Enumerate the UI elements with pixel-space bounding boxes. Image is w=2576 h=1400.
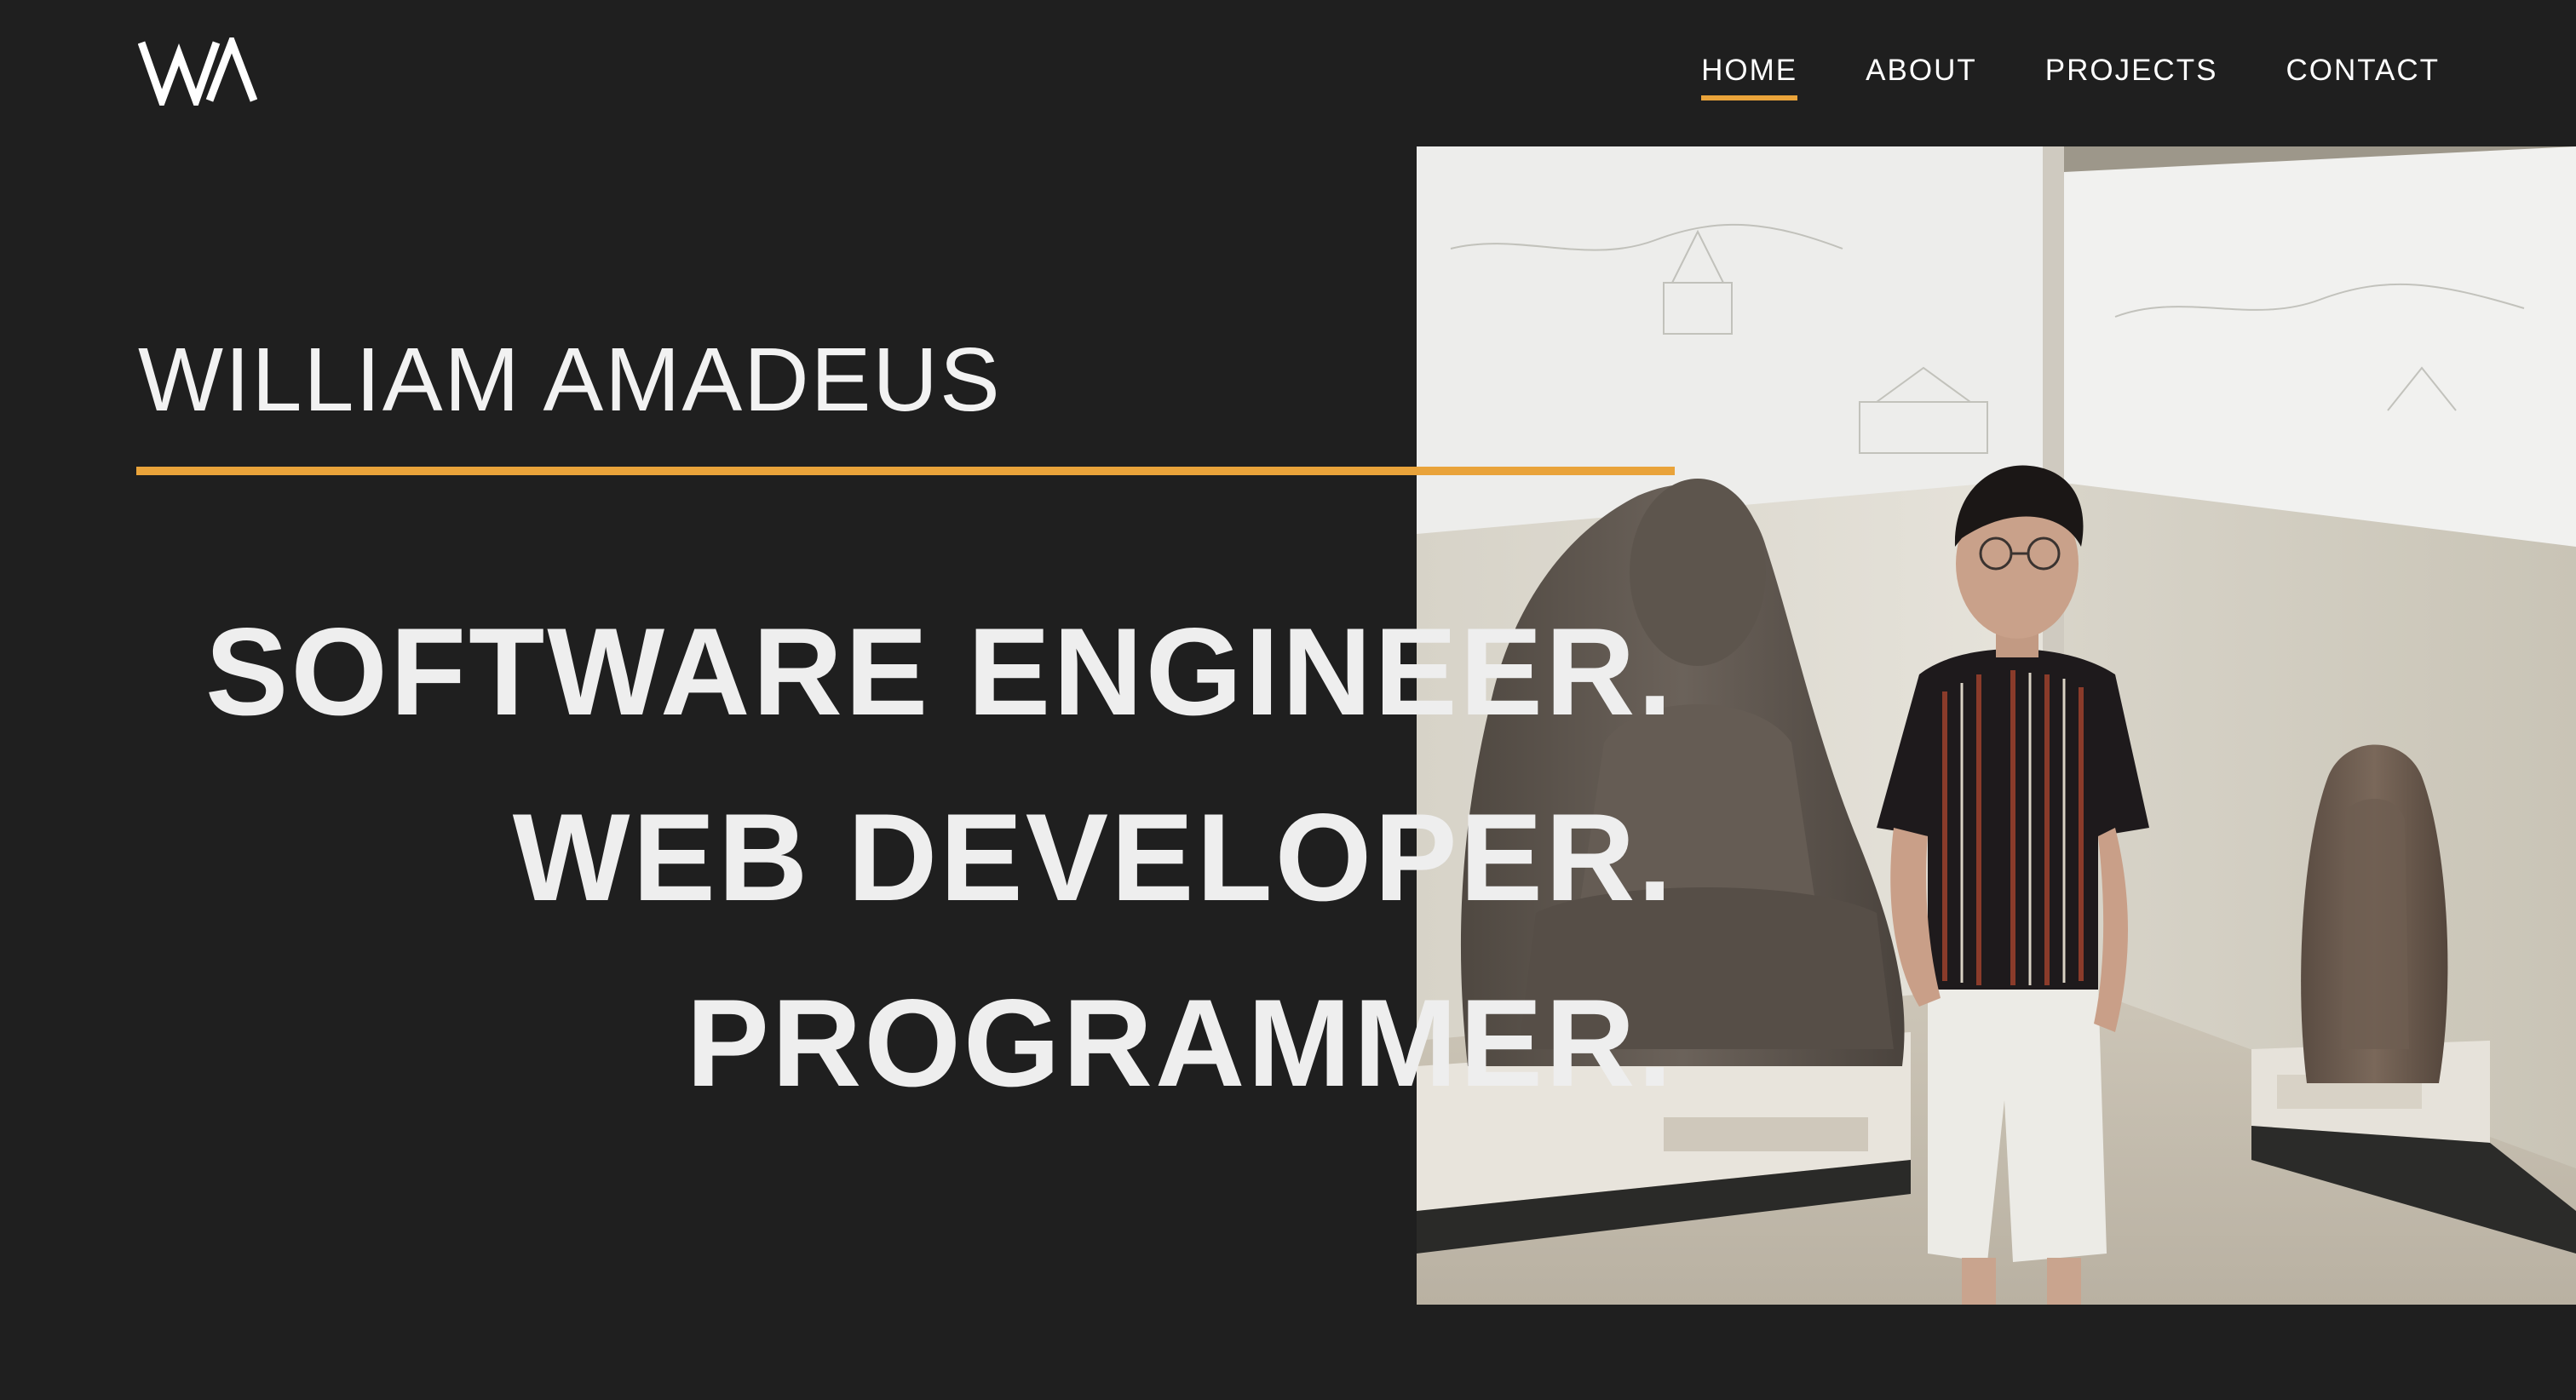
wa-logo[interactable] <box>138 37 257 106</box>
nav-about-link[interactable]: ABOUT <box>1866 49 1977 95</box>
nav-projects-link[interactable]: PROJECTS <box>2045 49 2218 95</box>
photo-lightbox-right <box>2064 146 2576 547</box>
main-nav: HOME ABOUT PROJECTS CONTACT <box>1701 49 2440 100</box>
hero-roles: SOFTWARE ENGINEER. WEB DEVELOPER. PROGRA… <box>205 579 1675 1136</box>
hero-name: WILLIAM AMADEUS <box>138 330 1002 430</box>
nav-home-link[interactable]: HOME <box>1701 49 1798 100</box>
nav-contact-link[interactable]: CONTACT <box>2286 49 2440 95</box>
role-software-engineer: SOFTWARE ENGINEER. <box>204 602 1675 741</box>
photo-lightbox-left <box>1417 146 2043 534</box>
logo-letter-w <box>138 41 221 106</box>
photo-statue-stele <box>2301 744 2448 1083</box>
role-web-developer: WEB DEVELOPER. <box>512 788 1675 927</box>
hero-accent-rule <box>136 467 1675 475</box>
role-programmer: PROGRAMMER. <box>686 973 1675 1112</box>
